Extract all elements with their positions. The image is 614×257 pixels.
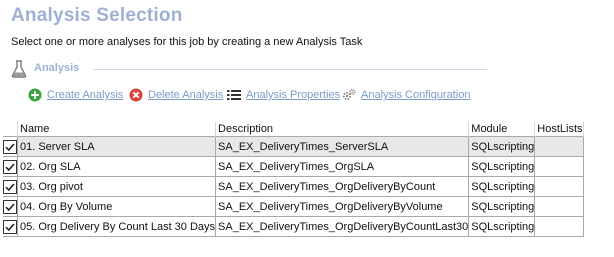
row-checkbox-cell [3, 176, 18, 197]
analysis-table: Name Description Module HostLists 01. Se… [3, 122, 584, 237]
section-divider [93, 69, 487, 70]
section-label: Analysis [34, 62, 80, 74]
table-row[interactable]: 05. Org Delivery By Count Last 30 Days S… [3, 216, 584, 237]
cell-description: SA_EX_DeliveryTimes_OrgDeliveryByCount [215, 176, 470, 197]
analysis-configuration-button[interactable]: Analysis Configuration [342, 86, 470, 104]
cell-description: SA_EX_DeliveryTimes_ServerSLA [215, 136, 470, 157]
cell-name: 03. Org pivot [16, 176, 217, 197]
row-checkbox[interactable] [3, 159, 17, 174]
row-checkbox-cell [3, 156, 18, 177]
table-header-row: Name Description Module HostLists [3, 122, 584, 137]
checkmark-icon [5, 182, 15, 191]
cell-name: 05. Org Delivery By Count Last 30 Days [16, 216, 217, 237]
checkmark-icon [5, 202, 15, 211]
checkmark-icon [5, 162, 15, 171]
list-icon [227, 90, 241, 100]
cell-hostlists [534, 176, 584, 197]
create-analysis-label: Create Analysis [47, 89, 124, 101]
cell-description: SA_EX_DeliveryTimes_OrgDeliveryByCountLa… [215, 216, 470, 237]
cell-module: SQLscripting [468, 216, 536, 237]
cell-name: 01. Server SLA [16, 136, 217, 157]
cell-hostlists [534, 196, 584, 217]
gears-icon [342, 88, 356, 101]
column-header-module[interactable]: Module [468, 122, 536, 137]
row-checkbox[interactable] [3, 179, 17, 194]
column-header-description[interactable]: Description [215, 122, 470, 137]
cell-hostlists [534, 216, 584, 237]
cell-module: SQLscripting [468, 176, 536, 197]
page-title: Analysis Selection [11, 5, 183, 26]
column-header-select [3, 122, 18, 137]
cell-hostlists [534, 136, 584, 157]
cell-module: SQLscripting [468, 156, 536, 177]
delete-analysis-label: Delete Analysis [148, 89, 224, 101]
table-row[interactable]: 03. Org pivot SA_EX_DeliveryTimes_OrgDel… [3, 176, 584, 197]
flask-icon [11, 60, 27, 78]
delete-analysis-button[interactable]: Delete Analysis [129, 86, 223, 104]
table-row[interactable]: 01. Server SLA SA_EX_DeliveryTimes_Serve… [3, 136, 584, 157]
cell-description: SA_EX_DeliveryTimes_OrgSLA [215, 156, 470, 177]
page-subtitle: Select one or more analyses for this job… [11, 36, 363, 48]
row-checkbox[interactable] [3, 139, 17, 154]
checkmark-icon [5, 142, 15, 151]
row-checkbox[interactable] [3, 199, 17, 214]
plus-circle-icon [28, 88, 42, 102]
analysis-properties-button[interactable]: Analysis Properties [227, 86, 340, 104]
cell-module: SQLscripting [468, 196, 536, 217]
cell-module: SQLscripting [468, 136, 536, 157]
cell-hostlists [534, 156, 584, 177]
cell-description: SA_EX_DeliveryTimes_OrgDeliveryByVolume [215, 196, 470, 217]
column-header-hostlists[interactable]: HostLists [534, 122, 584, 137]
analysis-configuration-label: Analysis Configuration [361, 89, 471, 101]
cell-name: 02. Org SLA [16, 156, 217, 177]
row-checkbox-cell [3, 136, 18, 157]
table-row[interactable]: 04. Org By Volume SA_EX_DeliveryTimes_Or… [3, 196, 584, 217]
row-checkbox-cell [3, 196, 18, 217]
create-analysis-button[interactable]: Create Analysis [28, 86, 123, 104]
column-header-name[interactable]: Name [17, 122, 217, 137]
analysis-section-header: Analysis [11, 59, 487, 79]
row-checkbox-cell [3, 216, 18, 237]
table-row[interactable]: 02. Org SLA SA_EX_DeliveryTimes_OrgSLA S… [3, 156, 584, 177]
row-checkbox[interactable] [3, 219, 17, 234]
analysis-properties-label: Analysis Properties [246, 89, 341, 101]
x-circle-icon [129, 88, 143, 102]
cell-name: 04. Org By Volume [16, 196, 217, 217]
checkmark-icon [5, 222, 15, 231]
